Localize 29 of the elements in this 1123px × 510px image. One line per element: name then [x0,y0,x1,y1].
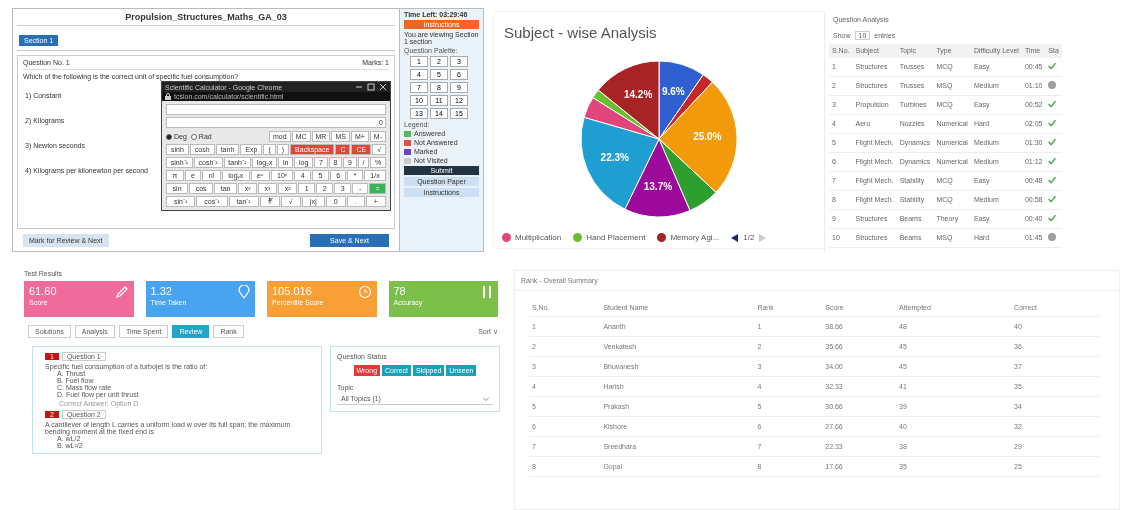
dropdown-caret-icon [483,395,489,402]
exam-title: Propulsion_Structures_Maths_GA_03 [17,9,395,26]
pie-slice[interactable] [583,97,660,140]
stat-value: 105.016 [272,285,313,297]
pie-slice[interactable] [597,60,660,140]
clock-icon [357,285,372,299]
radio-button[interactable] [166,133,172,140]
slice-label: 25.0% [693,131,722,143]
legend-label[interactable]: Multiplication [515,233,562,242]
slice-label: 9.6% [661,86,685,98]
minimize-icon[interactable] [355,83,363,91]
legend-page: 1/2 [743,233,755,242]
slice-label: 22.3% [600,152,629,164]
bars-icon [481,285,493,299]
stat-value: 61.60 [29,285,57,297]
stat-value: 78 [393,285,407,297]
lock-icon [165,93,171,100]
stat-value: 1.32 [150,285,173,297]
chart-title: Subject - wise Analysis [503,23,658,41]
radio-button[interactable] [190,133,197,140]
slice-label: 14.2% [623,89,653,100]
maximize-icon[interactable] [367,83,375,91]
legend-label[interactable]: Hand Placement [586,233,646,242]
pencil-icon [114,285,129,299]
close-icon[interactable] [379,83,387,91]
previous-page-icon[interactable] [731,233,740,242]
slice-label: 13.7% [643,181,673,192]
legend-label[interactable]: Memory Agi... [670,233,720,242]
pin-icon [238,285,250,299]
